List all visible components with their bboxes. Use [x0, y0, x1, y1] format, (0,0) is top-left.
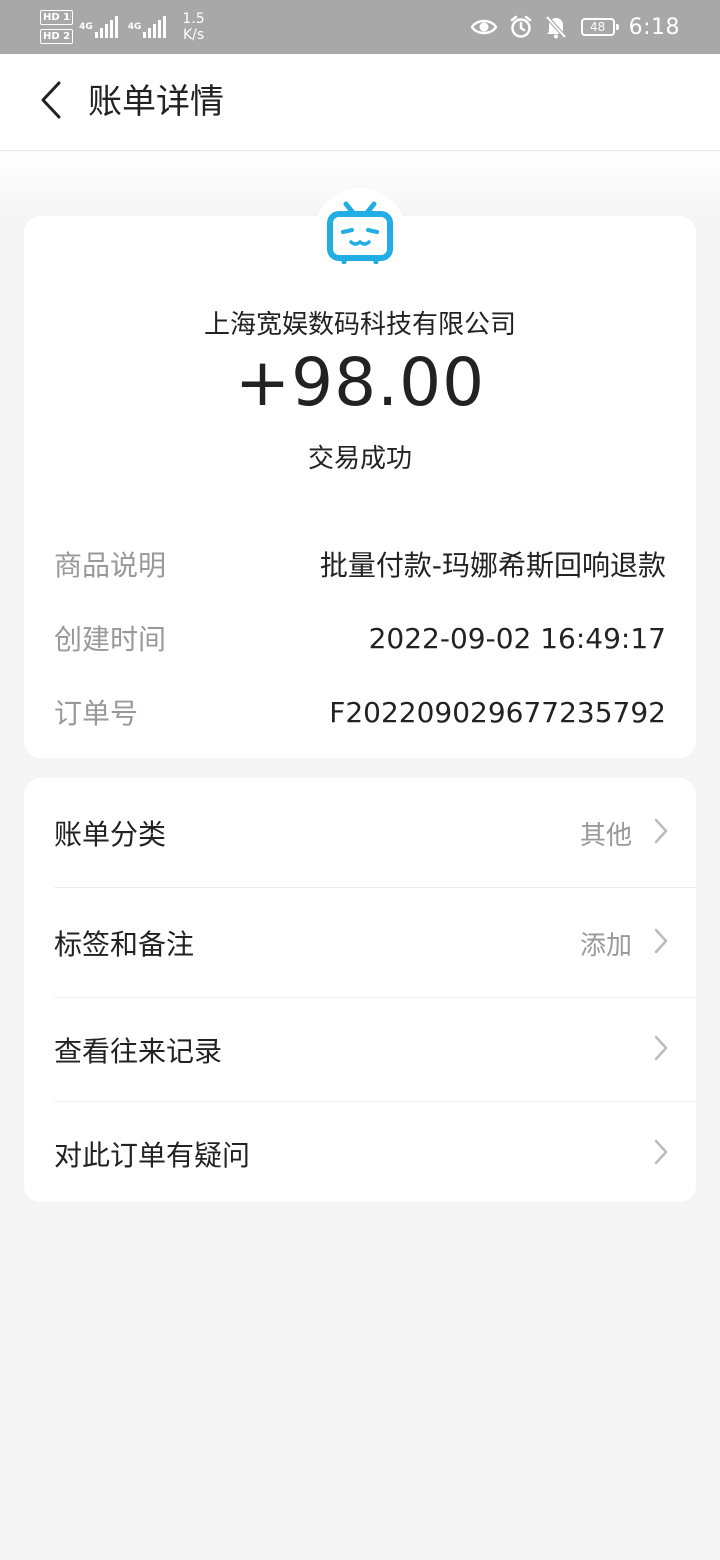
menu-item-order-question[interactable]: 对此订单有疑问	[54, 1102, 696, 1206]
menu-item-right: 其他	[580, 815, 668, 852]
network-speed: 1.5 K/s	[182, 11, 204, 43]
detail-label: 商品说明	[54, 549, 167, 582]
status-left: HD 1 HD 2 4G 4G 1.5 K/s	[40, 6, 205, 48]
detail-label: 订单号	[54, 697, 139, 730]
order-number-value[interactable]: F2022090296772357­92	[329, 696, 666, 729]
detail-value: 批量付款-玛娜希斯回响退款	[319, 549, 666, 582]
network-speed-value: 1.5	[182, 11, 205, 27]
bilibili-tv-icon	[326, 200, 394, 268]
status-time: 6:18	[628, 14, 680, 40]
menu-item-label: 查看往来记录	[54, 1035, 223, 1068]
chevron-right-icon	[654, 1139, 668, 1169]
sim2-signal: 4G	[128, 16, 169, 38]
detail-label: 创建时间	[54, 623, 167, 656]
menu-item-tags-notes[interactable]: 标签和备注 添加	[54, 888, 696, 998]
eye-icon	[470, 17, 497, 37]
network-speed-unit: K/s	[182, 27, 205, 43]
battery-icon: 48	[580, 18, 619, 36]
menu-item-right: 添加	[580, 925, 668, 962]
alarm-icon	[509, 15, 533, 39]
bill-actions-card: 账单分类 其他 标签和备注 添加 查看往来记录 对此订单有疑问	[24, 778, 696, 1202]
status-bar: HD 1 HD 2 4G 4G 1.5 K/s 48 6:18	[0, 0, 720, 54]
signal-bars-icon	[94, 16, 120, 38]
detail-row-order-number: 订单号 F2022090296772357­92	[54, 692, 666, 732]
menu-item-right	[654, 1035, 668, 1065]
detail-value: 2022-09-02 16:49:17	[368, 621, 666, 655]
menu-item-value: 添加	[579, 930, 632, 961]
chevron-right-icon	[654, 928, 668, 958]
hd2-badge: HD 2	[40, 29, 74, 44]
sim1-signal: 4G	[79, 16, 120, 38]
page-title: 账单详情	[88, 82, 224, 122]
chevron-left-icon	[37, 80, 63, 124]
chevron-right-icon	[654, 818, 668, 848]
detail-row-description: 商品说明 批量付款-玛娜希斯回响退款	[54, 544, 666, 584]
menu-item-label: 账单分类	[54, 818, 167, 851]
transaction-status: 交易成功	[307, 444, 412, 474]
mute-bell-icon	[545, 15, 567, 39]
signal-bars-icon	[143, 16, 168, 38]
menu-item-right	[654, 1139, 668, 1169]
chevron-right-icon	[654, 1035, 668, 1065]
merchant-logo	[314, 188, 406, 280]
nav-bar: 账单详情	[0, 54, 720, 151]
merchant-name: 上海宽娱数码科技有限公司	[203, 310, 516, 340]
menu-item-bill-category[interactable]: 账单分类 其他	[54, 778, 696, 888]
menu-item-label: 对此订单有疑问	[54, 1139, 251, 1172]
sim1-network-label: 4G	[79, 22, 93, 32]
transaction-amount: +98.00	[234, 344, 486, 421]
status-right: 48 6:18	[459, 0, 680, 54]
bill-summary-card: 上海宽娱数码科技有限公司 +98.00 交易成功 商品说明 批量付款-玛娜希斯回…	[24, 188, 696, 758]
back-button[interactable]	[26, 78, 74, 126]
hd-badges: HD 1 HD 2	[40, 10, 74, 44]
sim2-network-label: 4G	[127, 22, 142, 32]
menu-item-label: 标签和备注	[54, 928, 195, 961]
menu-item-value: 其他	[579, 820, 632, 851]
menu-item-transaction-history[interactable]: 查看往来记录	[54, 998, 696, 1102]
detail-row-created-time: 创建时间 2022-09-02 16:49:17	[54, 618, 666, 658]
hd1-badge: HD 1	[40, 10, 74, 25]
